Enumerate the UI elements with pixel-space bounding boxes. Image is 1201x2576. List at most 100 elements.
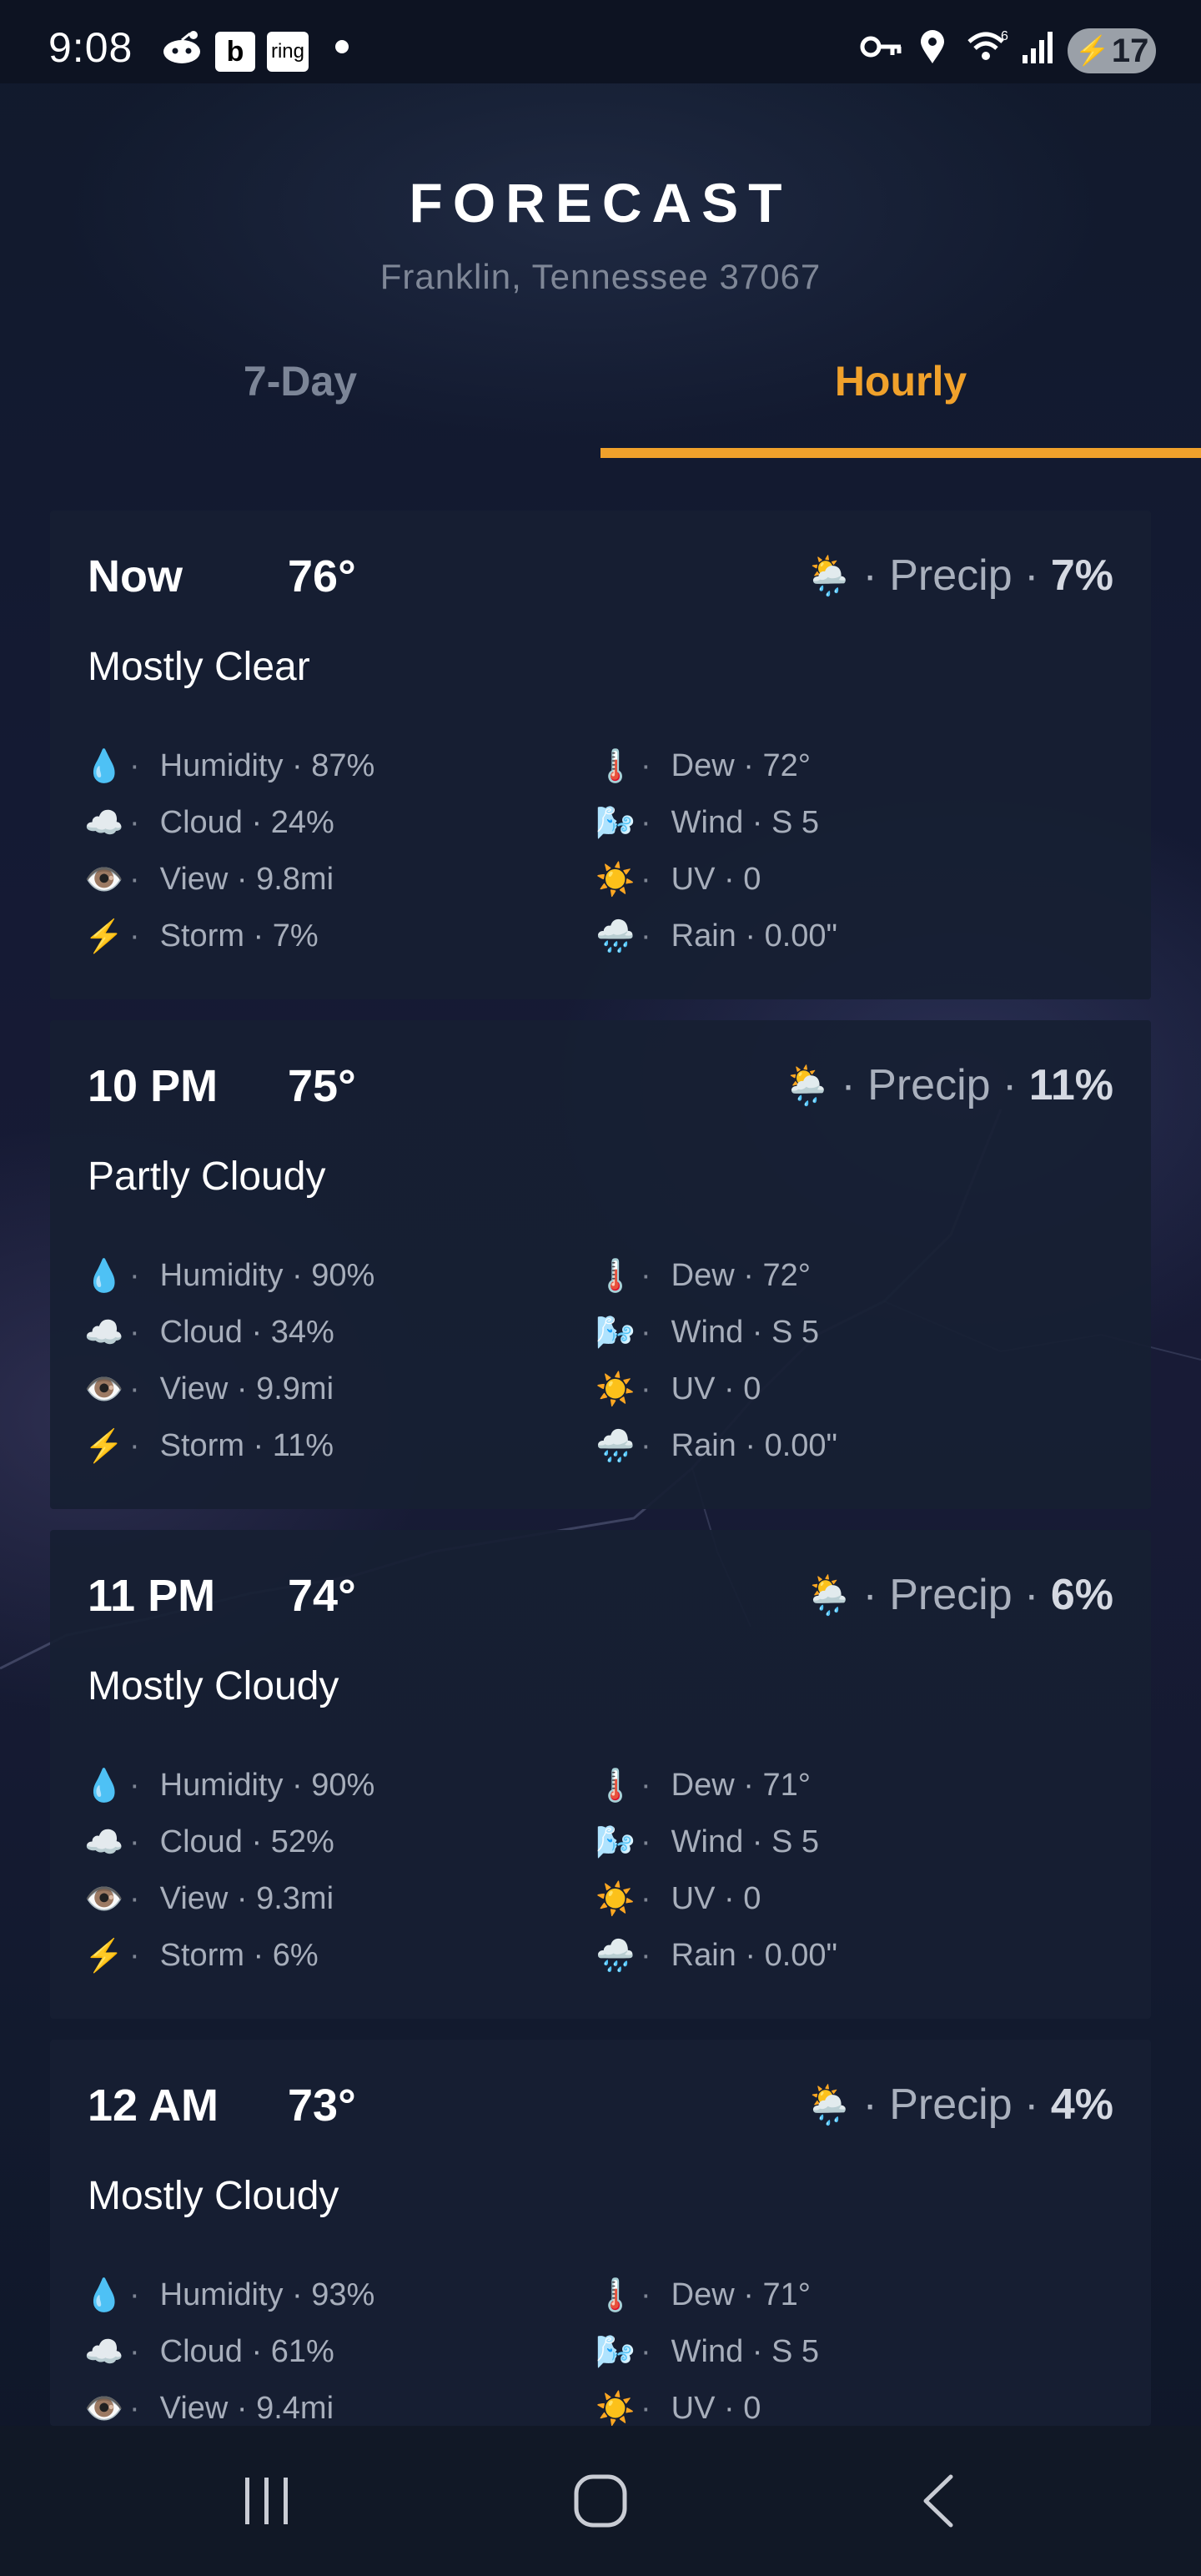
- detail-view: 👁️ · View · 9.9mi: [84, 1371, 334, 1407]
- detail-storm: ⚡ · Storm · 11%: [84, 1428, 334, 1464]
- detail-separator: ·: [129, 2277, 140, 2312]
- recent-apps-icon: [245, 2478, 288, 2524]
- hour-time: 11 PM: [88, 1571, 216, 1621]
- precip-summary: 🌦️ · Precip · 6%: [805, 1570, 1113, 1620]
- back-button[interactable]: [897, 2468, 980, 2534]
- droplet-icon: 💧: [84, 1258, 124, 1294]
- precip-summary: 🌦️ · Precip · 7%: [805, 551, 1113, 601]
- detail-value: Humidity · 90%: [159, 1768, 375, 1803]
- detail-value: Storm · 11%: [159, 1428, 334, 1463]
- detail-value: Dew · 72°: [671, 1258, 811, 1293]
- thermometer-icon: 🌡️: [595, 748, 636, 784]
- detail-separator: ·: [641, 2334, 651, 2369]
- detail-cloud: ☁️ · Cloud · 61%: [84, 2334, 334, 2370]
- precip-separator: ·: [862, 1571, 890, 1619]
- detail-value: Humidity · 87%: [159, 748, 375, 783]
- detail-uv: ☀️ · UV · 0: [595, 862, 761, 898]
- detail-value: Dew · 71°: [671, 2277, 811, 2312]
- detail-value: Wind · S 5: [671, 1824, 820, 1859]
- hourly-card[interactable]: 12 AM 73° 🌦️ · Precip · 4% Mostly Cloudy 💧 · Hu…: [50, 2040, 1151, 2427]
- detail-cloud: ☁️ · Cloud · 34%: [84, 1315, 334, 1351]
- rain-cloud-icon: 🌧️: [595, 1428, 636, 1464]
- sun-rain-cloud-icon: 🌦️: [805, 553, 853, 597]
- detail-separator: ·: [129, 1428, 140, 1463]
- thermometer-icon: 🌡️: [595, 1768, 636, 1804]
- wind-icon: 🌬️: [595, 1315, 636, 1351]
- eye-icon: 👁️: [84, 862, 124, 898]
- detail-separator: ·: [129, 805, 140, 840]
- detail-value: View · 9.4mi: [159, 2391, 334, 2426]
- detail-value: Humidity · 90%: [159, 1258, 375, 1293]
- detail-value: Rain · 0.00": [671, 918, 838, 953]
- detail-cloud: ☁️ · Cloud · 24%: [84, 805, 334, 841]
- detail-cloud: ☁️ · Cloud · 52%: [84, 1824, 334, 1860]
- precip-label: Precip: [889, 2080, 1013, 2129]
- wind-icon: 🌬️: [595, 1824, 636, 1860]
- detail-separator: ·: [641, 805, 651, 840]
- detail-separator: ·: [641, 1768, 651, 1803]
- detail-dew: 🌡️ · Dew · 71°: [595, 2277, 811, 2313]
- detail-value: View · 9.8mi: [159, 862, 334, 897]
- eye-icon: 👁️: [84, 1881, 124, 1917]
- detail-wind: 🌬️ · Wind · S 5: [595, 1315, 820, 1351]
- precip-label: Precip: [867, 1061, 991, 1109]
- detail-value: UV · 0: [671, 1881, 761, 1916]
- notification-dot-icon: [334, 28, 350, 65]
- detail-humidity: 💧 · Humidity · 87%: [84, 748, 375, 784]
- home-button[interactable]: [559, 2468, 642, 2534]
- detail-separator: ·: [129, 1258, 140, 1293]
- hour-time: 12 AM: [88, 2080, 219, 2131]
- hourly-card[interactable]: 10 PM 75° 🌦️ · Precip · 11% Partly Cloudy 💧 · H…: [50, 1020, 1151, 1509]
- ring-icon: ring: [267, 32, 309, 72]
- detail-separator: ·: [641, 2277, 651, 2312]
- detail-separator: ·: [129, 1371, 140, 1406]
- sun-rain-cloud-icon: 🌦️: [783, 1063, 832, 1107]
- hourly-card[interactable]: 11 PM 74° 🌦️ · Precip · 6% Mostly Cloudy 💧 · Hu…: [50, 1530, 1151, 2019]
- detail-uv: ☀️ · UV · 0: [595, 2391, 761, 2427]
- hour-condition: Partly Cloudy: [88, 1155, 326, 1199]
- detail-separator: ·: [129, 1938, 140, 1973]
- detail-separator: ·: [129, 1768, 140, 1803]
- droplet-icon: 💧: [84, 748, 124, 784]
- tab-7-day[interactable]: 7-Day: [0, 357, 600, 405]
- detail-separator: ·: [641, 1371, 651, 1406]
- detail-dew: 🌡️ · Dew · 72°: [595, 748, 811, 784]
- detail-separator: ·: [129, 748, 140, 783]
- precip-value: 7%: [1050, 551, 1113, 600]
- detail-value: UV · 0: [671, 2391, 761, 2426]
- detail-separator: ·: [641, 1258, 651, 1293]
- sun-icon: ☀️: [595, 1371, 636, 1407]
- detail-separator: ·: [641, 862, 651, 897]
- detail-value: Humidity · 93%: [159, 2277, 375, 2312]
- detail-storm: ⚡ · Storm · 7%: [84, 918, 319, 954]
- lightning-icon: ⚡: [84, 1938, 124, 1974]
- tab-hourly[interactable]: Hourly: [600, 357, 1201, 405]
- detail-value: Cloud · 61%: [159, 2334, 334, 2369]
- detail-dew: 🌡️ · Dew · 72°: [595, 1258, 811, 1294]
- hour-condition: Mostly Cloudy: [88, 2174, 339, 2218]
- wifi-icon: 6: [966, 28, 1011, 65]
- precip-value: 11%: [1028, 1061, 1113, 1109]
- detail-value: Storm · 6%: [159, 1938, 319, 1973]
- detail-value: Wind · S 5: [671, 805, 820, 840]
- battery-indicator: ⚡ 17: [1068, 28, 1156, 73]
- detail-dew: 🌡️ · Dew · 71°: [595, 1768, 811, 1804]
- detail-value: Storm · 7%: [159, 918, 319, 953]
- detail-value: Wind · S 5: [671, 1315, 820, 1350]
- detail-value: Cloud · 24%: [159, 805, 334, 840]
- detail-separator: ·: [129, 2391, 140, 2426]
- sun-icon: ☀️: [595, 862, 636, 898]
- recent-apps-button[interactable]: [225, 2468, 309, 2534]
- detail-uv: ☀️ · UV · 0: [595, 1881, 761, 1917]
- detail-value: Cloud · 34%: [159, 1315, 334, 1350]
- detail-separator: ·: [641, 1315, 651, 1350]
- hourly-card[interactable]: Now 76° 🌦️ · Precip · 7% Mostly Clear 💧 · Humid…: [50, 511, 1151, 999]
- hour-temperature: 74°: [288, 1571, 356, 1621]
- detail-rain: 🌧️ · Rain · 0.00": [595, 1938, 837, 1974]
- lightning-icon: ⚡: [84, 918, 124, 954]
- detail-separator: ·: [641, 1824, 651, 1859]
- detail-separator: ·: [129, 2334, 140, 2369]
- navigation-bar: [0, 2426, 1201, 2576]
- droplet-icon: 💧: [84, 2277, 124, 2313]
- svg-text:6: 6: [1001, 29, 1008, 43]
